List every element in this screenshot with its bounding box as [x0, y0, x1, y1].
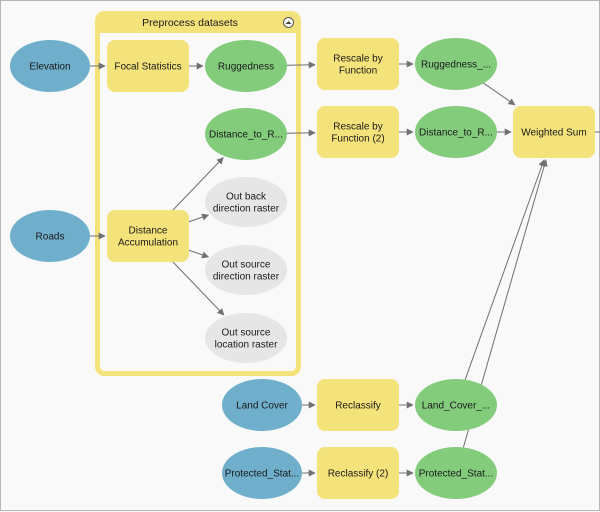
node-roads[interactable]: Roads	[10, 210, 90, 262]
node-label: location raster	[215, 340, 278, 351]
connector-ruggedness_out-to-weighted_sum[interactable]	[483, 82, 516, 106]
collapse-chevron-up-icon[interactable]	[283, 17, 294, 28]
node-label: Distance_to_R...	[209, 130, 283, 141]
node-out-source-direction[interactable]: Out sourcedirection raster	[205, 245, 287, 295]
node-protected-stat-in[interactable]: Protected_Stat...	[222, 447, 302, 499]
connector-distance_accumulation-to-out_source_direction[interactable]	[188, 249, 210, 259]
node-label: Out source	[222, 328, 271, 339]
node-label: Roads	[36, 232, 65, 243]
node-out-back-direction[interactable]: Out backdirection raster	[205, 177, 287, 227]
node-land-cover-out[interactable]: Land_Cover_...	[415, 379, 497, 431]
node-label: Reclassify	[335, 401, 381, 412]
node-label: Out back	[226, 192, 267, 203]
node-ruggedness[interactable]: Ruggedness	[205, 40, 287, 92]
node-label: Rescale by	[333, 122, 382, 133]
node-label: direction raster	[213, 272, 280, 283]
node-rescale1[interactable]: Rescale byFunction	[317, 38, 399, 90]
model-diagram: Preprocess datasets Elevation Focal Stati…	[10, 11, 600, 499]
node-label: Distance_to_R...	[419, 128, 493, 139]
node-rescale2[interactable]: Rescale byFunction (2)	[317, 106, 399, 158]
node-weighted-sum[interactable]: Weighted Sum	[513, 106, 595, 158]
node-ruggedness-out[interactable]: Ruggedness_...	[415, 38, 497, 90]
node-elevation[interactable]: Elevation	[10, 40, 90, 92]
node-label: Land_Cover_...	[422, 401, 490, 412]
node-label: Out source	[222, 260, 271, 271]
node-label: Rescale by	[333, 54, 382, 65]
node-label: Function (2)	[331, 134, 384, 145]
group-title: Preprocess datasets	[142, 17, 238, 29]
node-distance-to-r2[interactable]: Distance_to_R...	[415, 106, 497, 158]
model-canvas[interactable]: Preprocess datasets Elevation Focal Stati…	[0, 0, 600, 511]
node-label: Function	[339, 66, 377, 77]
node-label: Accumulation	[118, 238, 178, 249]
node-label: Protected_Stat...	[419, 469, 494, 480]
connector-ruggedness-to-rescale1[interactable]	[286, 61, 316, 69]
node-label: Reclassify (2)	[328, 469, 389, 480]
node-protected-stat-out[interactable]: Protected_Stat...	[415, 447, 497, 499]
node-focal-statistics[interactable]: Focal Statistics	[107, 40, 189, 92]
node-label: Ruggedness_...	[421, 60, 491, 71]
connector-distance_accumulation-to-out_back_direction[interactable]	[188, 213, 210, 223]
node-distance-accumulation[interactable]: DistanceAccumulation	[107, 210, 189, 262]
node-label: Protected_Stat...	[225, 469, 300, 480]
node-land-cover[interactable]: Land Cover	[222, 379, 302, 431]
node-label: Elevation	[29, 62, 70, 73]
connector-land_cover_out-to-weighted_sum[interactable]	[464, 159, 546, 380]
node-label: Ruggedness	[218, 62, 274, 73]
node-label: direction raster	[213, 204, 280, 215]
node-reclassify2[interactable]: Reclassify (2)	[317, 447, 399, 499]
node-distance-to-r1[interactable]: Distance_to_R...	[205, 108, 287, 160]
node-reclassify1[interactable]: Reclassify	[317, 379, 399, 431]
connector-distance_to_r1-to-rescale2[interactable]	[286, 129, 316, 137]
node-out-source-location[interactable]: Out sourcelocation raster	[205, 313, 287, 363]
node-label: Land Cover	[236, 401, 288, 412]
node-label: Focal Statistics	[114, 62, 181, 73]
node-label: Weighted Sum	[521, 128, 586, 139]
node-label: Distance	[129, 226, 168, 237]
